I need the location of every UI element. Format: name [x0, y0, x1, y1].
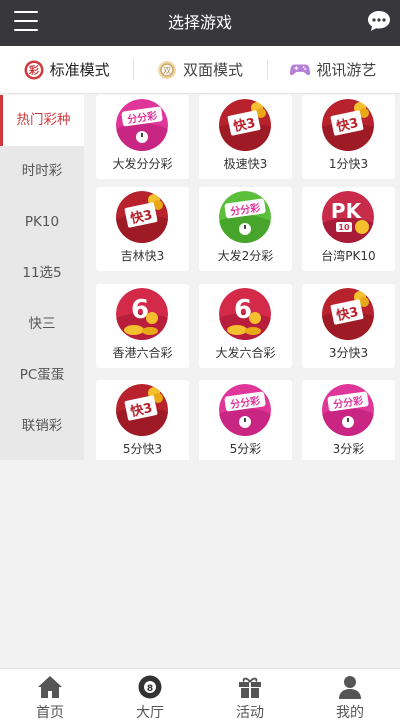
home-icon — [38, 676, 62, 698]
game-name: 1分快3 — [328, 157, 369, 171]
kuai3-icon: 快3 — [116, 191, 168, 243]
game-name: 5分快3 — [122, 442, 163, 456]
pk10-icon: PK 10 — [322, 191, 374, 243]
card-badge-text: 6 — [131, 295, 149, 325]
liuhecai-icon: 6 — [219, 288, 271, 340]
game-name: 大发六合彩 — [215, 346, 276, 360]
card-badge-text: 6 — [234, 295, 252, 325]
tab-live-games[interactable]: 视讯游艺 — [266, 46, 400, 93]
game-card[interactable]: 快3 1分快3 — [302, 95, 395, 179]
game-name: 极速快3 — [223, 157, 268, 171]
user-icon — [339, 676, 361, 699]
game-card[interactable]: 快3 3分快3 — [302, 284, 395, 368]
gift-icon — [239, 677, 261, 698]
sidebar-item-pk10[interactable]: PK10 — [0, 197, 84, 248]
game-card[interactable]: 6 大发六合彩 — [199, 284, 292, 368]
tab-standard-mode[interactable]: 彩 标准模式 — [0, 46, 133, 93]
tab-lobby[interactable]: 8 大厅 — [100, 669, 200, 722]
tab-standard-label: 标准模式 — [49, 61, 110, 79]
svg-text:10: 10 — [338, 223, 350, 232]
bottom-tabbar: 首页 8 大厅 活动 我的 — [0, 668, 400, 722]
kuai3-icon: 快3 — [322, 288, 374, 340]
svg-text:彩: 彩 — [28, 64, 39, 77]
game-card[interactable]: 快3 5分快3 — [96, 380, 189, 460]
liuhecai-icon: 6 — [116, 288, 168, 340]
tab-activity[interactable]: 活动 — [200, 669, 300, 722]
sidebar-item-11x5[interactable]: 11选5 — [0, 248, 84, 299]
fenfencai-icon: 分分彩 — [322, 384, 374, 436]
svg-text:双: 双 — [163, 66, 171, 75]
chat-icon[interactable] — [367, 10, 391, 32]
fenfencai-icon: 分分彩 — [116, 99, 168, 151]
sidebar-item-k3[interactable]: 快三 — [0, 299, 84, 350]
game-card[interactable]: 分分彩 3分彩 — [302, 380, 395, 460]
card-badge-text: PK — [331, 199, 363, 223]
tab-mine-label: 我的 — [336, 705, 364, 721]
mode-tabs: 彩 标准模式 双 双面模式 视讯游艺 — [0, 46, 400, 94]
game-name: 3分彩 — [332, 442, 365, 456]
coin-icon: 双 — [157, 60, 176, 79]
game-name: 香港六合彩 — [112, 346, 173, 360]
tab-home[interactable]: 首页 — [0, 669, 100, 722]
game-card[interactable]: 分分彩 5分彩 — [199, 380, 292, 460]
category-sidebar: 热门彩种 时时彩 PK10 11选5 快三 PC蛋蛋 联销彩 — [0, 95, 84, 460]
tab-home-label: 首页 — [36, 705, 64, 721]
game-card[interactable]: 分分彩 大发2分彩 — [199, 187, 292, 271]
game-name: 3分快3 — [328, 346, 369, 360]
tab-mine[interactable]: 我的 — [300, 669, 400, 722]
game-card[interactable]: 分分彩 大发分分彩 — [96, 95, 189, 179]
game-grid: 分分彩 大发分分彩 快3 极速快3 快3 1分快3 快3 吉林快3 分分彩 大发… — [84, 95, 400, 460]
sidebar-item-pcdd[interactable]: PC蛋蛋 — [0, 350, 84, 401]
tab-double-mode[interactable]: 双 双面模式 — [133, 46, 266, 93]
game-name: 大发分分彩 — [112, 157, 173, 171]
game-name: 大发2分彩 — [217, 249, 274, 263]
page-title: 选择游戏 — [167, 13, 232, 32]
game-name: 吉林快3 — [120, 249, 165, 263]
fenfencai-icon: 分分彩 — [219, 384, 271, 436]
kuai3-icon: 快3 — [322, 99, 374, 151]
game-card[interactable]: 6 香港六合彩 — [96, 284, 189, 368]
gamepad-icon — [290, 64, 311, 75]
header-bar: 选择游戏 — [0, 0, 400, 46]
game-name: 台湾PK10 — [321, 249, 376, 263]
billiard-ball-icon: 8 — [138, 675, 162, 699]
game-card[interactable]: 快3 极速快3 — [199, 95, 292, 179]
sidebar-item-lxc[interactable]: 联销彩 — [0, 401, 84, 452]
fenfencai-green-icon: 分分彩 — [219, 191, 271, 243]
kuai3-icon: 快3 — [219, 99, 271, 151]
tab-lobby-label: 大厅 — [136, 705, 164, 721]
game-name: 5分彩 — [229, 442, 262, 456]
game-card[interactable]: 快3 吉林快3 — [96, 187, 189, 271]
kuai3-icon: 快3 — [116, 384, 168, 436]
sidebar-item-hot[interactable]: 热门彩种 — [0, 95, 84, 146]
sidebar-item-ssc[interactable]: 时时彩 — [0, 146, 84, 197]
game-card[interactable]: PK 10 台湾PK10 — [302, 187, 395, 271]
tab-double-label: 双面模式 — [182, 61, 243, 79]
svg-text:8: 8 — [147, 684, 153, 694]
tab-live-label: 视讯游艺 — [316, 61, 377, 79]
lottery-badge-icon: 彩 — [24, 60, 44, 79]
tab-activity-label: 活动 — [236, 705, 264, 721]
